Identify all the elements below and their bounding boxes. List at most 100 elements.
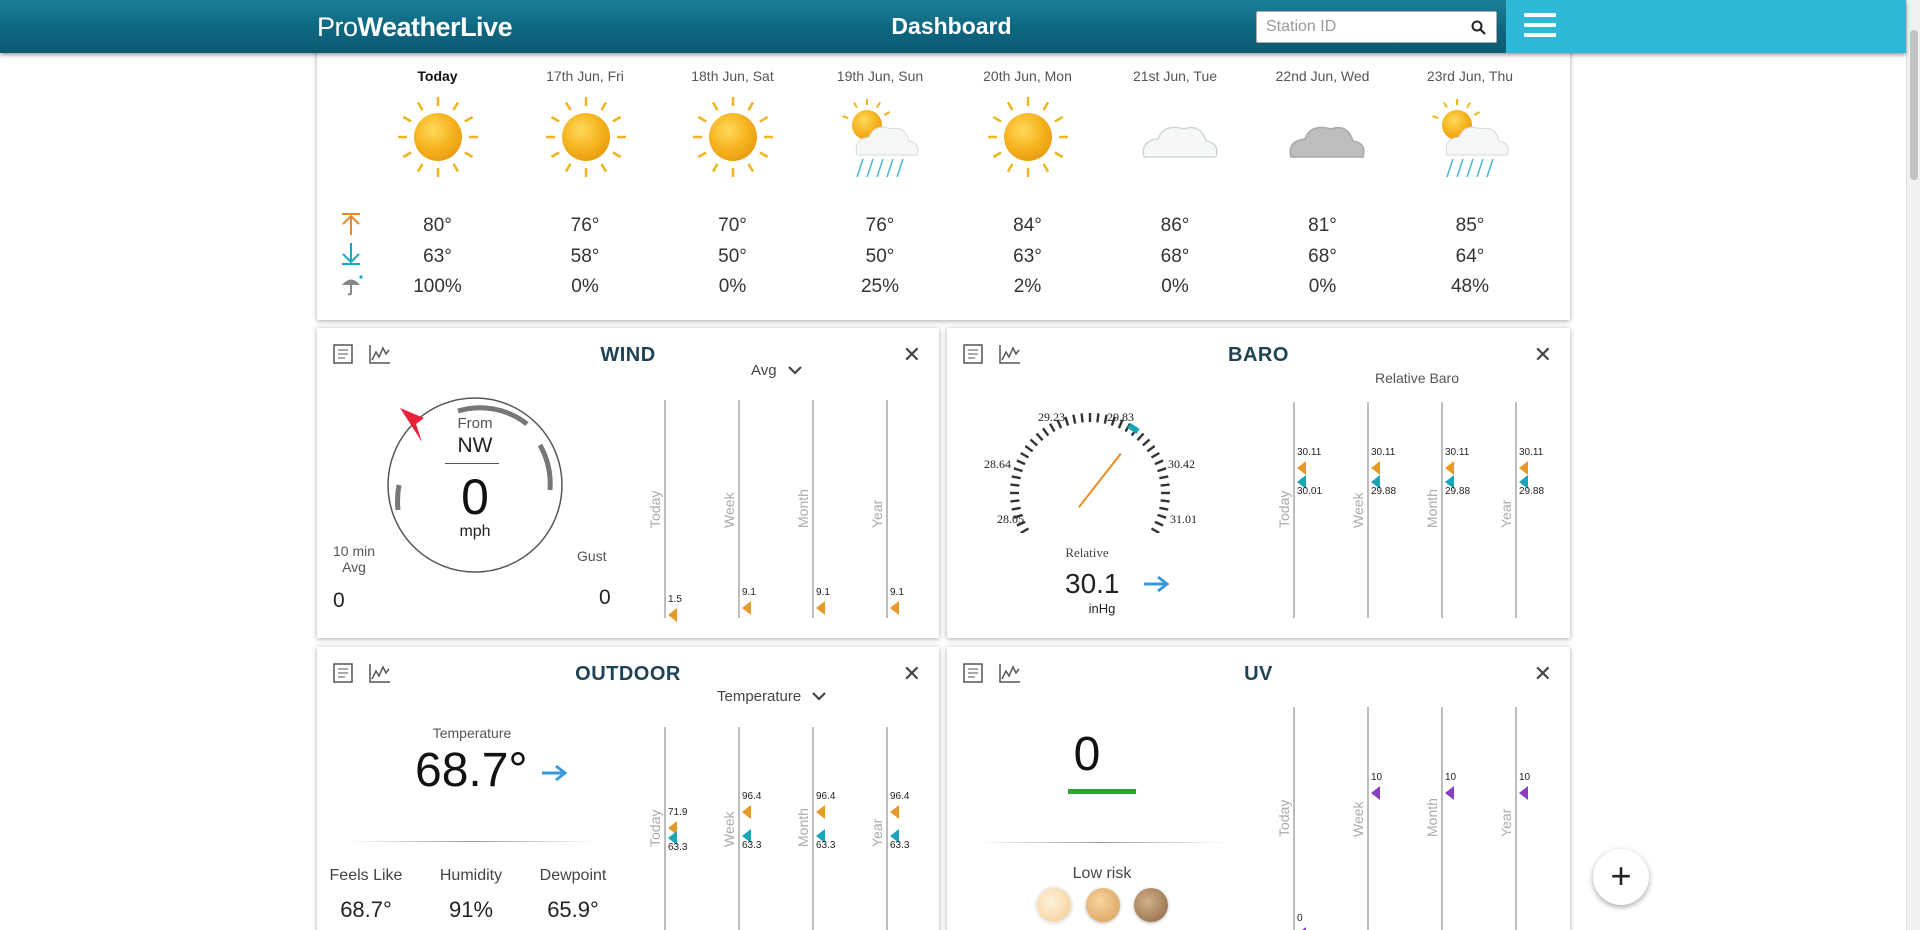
wind-direction-arrow [400,408,424,442]
list-icon[interactable] [963,344,983,369]
forecast-high: 76° [865,215,895,236]
hamburger-menu-button[interactable] [1506,0,1906,53]
period-label: Month [795,808,811,847]
steady-trend-arrow-icon [1144,575,1170,593]
wind-from-label: From [457,415,493,432]
period-axis [664,727,666,930]
high-marker [1371,461,1380,475]
skin-tone-light-icon [1037,888,1071,922]
sun-rain-cloud-icon [841,99,918,178]
wind-mode-value: Avg [751,362,777,379]
high-value: 30.11 [1371,447,1396,458]
max-marker [890,601,899,615]
dashboard-content: Today 80° 63° 100% 17th Jun, Fri 76° 58° 0% 18th… [0,0,1906,930]
forecast-low: 58° [570,246,600,267]
wind-direction: NW [457,434,493,457]
baro-subtitle: Relative Baro [1374,370,1460,386]
period-label: Week [1350,492,1366,528]
compass-divider [445,463,499,464]
max-value: 9.1 [890,587,904,598]
period-axis [1293,402,1295,618]
chart-icon[interactable] [369,663,391,688]
add-widget-button[interactable]: + [1593,849,1649,905]
low-temp-icon [342,243,360,265]
sun-icon [988,97,1068,177]
forecast-low: 68° [1160,246,1190,267]
scrollbar-thumb[interactable] [1910,30,1918,180]
forecast-high: 81° [1308,215,1337,236]
outdoor-mode-dropdown[interactable]: Temperature [717,688,827,705]
baro-panel: BARO ✕ Relative Baro 28.05 28.64 29.23 29.8… [947,328,1570,638]
top-navbar: ProWeatherLive Dashboard [0,0,1906,53]
period-axis [1515,707,1517,930]
high-marker [1519,461,1528,475]
sun-rain-cloud-icon [1431,99,1508,178]
gauge-scale-label: 29.23 [1038,410,1065,424]
uv-divider [977,842,1227,843]
avg-value: 0 [333,589,345,612]
close-icon[interactable]: ✕ [1534,342,1552,368]
page-scrollbar[interactable] [1906,0,1920,930]
period-label: Week [1350,801,1366,837]
max-marker [1371,786,1380,800]
baro-reading-label: Relative [1065,545,1109,560]
period-axis [1293,707,1295,930]
period-label: Year [1498,499,1514,528]
low-value: 29.88 [1445,486,1471,497]
forecast-low: 50° [718,246,747,267]
forecast-day-label: Today [417,68,458,84]
list-icon[interactable] [963,663,983,688]
wind-mode-dropdown[interactable]: Avg [751,362,803,379]
chevron-down-icon [787,366,802,375]
max-value: 10 [1371,772,1383,783]
period-label: Year [1498,808,1514,837]
forecast-precip: 48% [1450,276,1490,297]
period-axis [1515,402,1517,618]
max-value: 9.1 [816,587,830,598]
high-value: 30.11 [1297,447,1322,458]
close-icon[interactable]: ✕ [903,661,921,687]
baro-unit: inHg [1088,601,1116,616]
forecast-precip: 0% [1308,276,1337,297]
avg-label: 10 min Avg [332,543,376,575]
forecast-high: 84° [1013,215,1042,236]
outdoor-divider [347,841,597,842]
close-icon[interactable]: ✕ [1534,661,1552,687]
search-icon[interactable] [1471,20,1486,35]
low-value: 29.88 [1371,486,1397,497]
period-axis [1367,402,1369,618]
chart-icon[interactable] [999,344,1021,369]
feels-like-value: 68.7° [340,897,392,922]
high-value: 30.11 [1519,447,1544,458]
chart-icon[interactable] [369,344,391,369]
close-icon[interactable]: ✕ [903,342,921,368]
hamburger-icon [1524,13,1556,43]
forecast-precip: 100% [413,276,462,297]
forecast-high: 80° [423,215,452,236]
high-value: 96.4 [816,791,836,802]
wind-title: WIND [600,344,656,366]
gust-label: Gust [577,548,607,564]
wind-unit: mph [459,523,491,540]
wind-panel: WIND Avg ✕ From NW 0 mph 10 min Avg 0 Gu… [317,328,939,638]
chart-icon[interactable] [999,663,1021,688]
station-id-input[interactable] [1266,18,1456,36]
uv-panel: UV ✕ 0 Low risk Today 0 Week 10 Month 10 Year 1… [947,647,1570,930]
temperature-value: 68.7° [415,744,528,797]
low-value: 63.3 [890,840,910,851]
period-label: Today [1276,799,1292,837]
skin-tone-dark-icon [1134,888,1168,922]
high-marker [890,805,899,819]
period-axis [738,727,740,930]
high-value: 96.4 [890,791,910,802]
forecast-precip: 25% [860,276,900,297]
forecast-day-label: 17th Jun, Fri [546,68,624,84]
low-value: 63.3 [668,842,688,853]
gauge-scale-label: 28.05 [997,512,1024,526]
sun-icon [693,97,773,177]
list-icon[interactable] [333,344,353,369]
forecast-high: 86° [1160,215,1190,236]
list-icon[interactable] [333,663,353,688]
white-cloud-icon [1142,126,1218,158]
high-marker [1297,461,1306,475]
